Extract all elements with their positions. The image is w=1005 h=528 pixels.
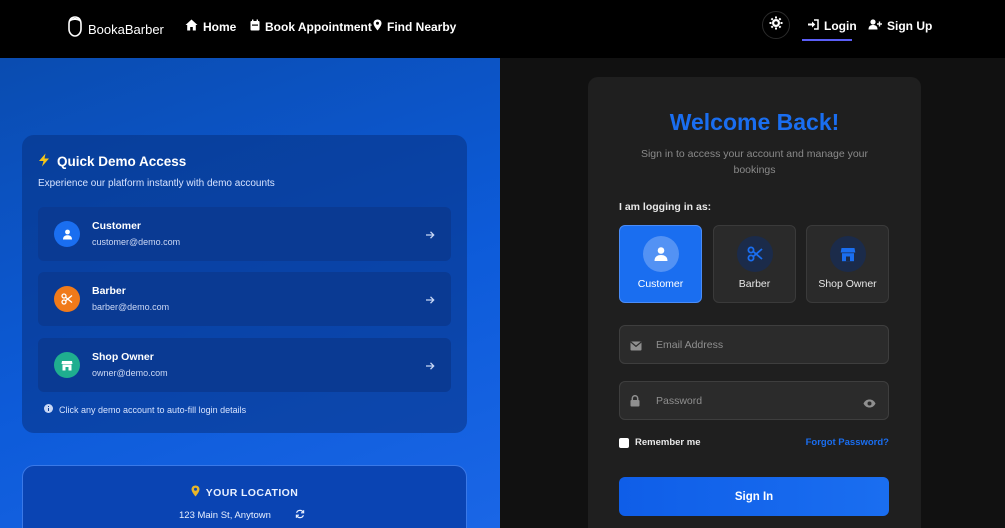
barber-head-icon <box>66 16 84 43</box>
demo-account-shop-owner[interactable]: Shop Owner owner@demo.com <box>38 338 451 392</box>
quick-demo-card: Quick Demo Access Experience our platfor… <box>22 135 467 433</box>
sign-in-button[interactable]: Sign In <box>619 477 889 516</box>
demo-hint-text: Click any demo account to auto-fill logi… <box>59 404 247 415</box>
demo-account-name: Shop Owner <box>92 351 154 363</box>
demo-subtitle: Experience our platform instantly with d… <box>38 178 275 189</box>
scissors-icon <box>54 286 80 312</box>
forgot-password-link[interactable]: Forgot Password? <box>806 437 889 448</box>
arrow-right-icon <box>425 227 435 245</box>
email-field[interactable] <box>619 325 889 364</box>
envelope-icon <box>630 338 642 356</box>
role-option-label: Customer <box>637 278 684 290</box>
remember-me-label: Remember me <box>635 437 701 448</box>
nav-find-nearby[interactable]: Find Nearby <box>373 19 456 34</box>
calendar-icon <box>250 19 260 34</box>
refresh-icon[interactable] <box>295 509 305 522</box>
map-pin-icon <box>191 485 200 500</box>
store-icon <box>54 352 80 378</box>
demo-hint: Click any demo account to auto-fill logi… <box>44 404 246 415</box>
arrow-right-icon <box>425 292 435 310</box>
demo-account-name: Customer <box>92 220 142 232</box>
role-label: I am logging in as: <box>619 201 712 213</box>
nav-login[interactable]: Login <box>807 19 857 33</box>
theme-toggle-button[interactable] <box>762 11 790 39</box>
role-option-label: Shop Owner <box>818 278 877 290</box>
home-icon <box>185 19 198 34</box>
demo-title-text: Quick Demo Access <box>57 154 187 169</box>
gear-icon <box>769 16 783 35</box>
lightning-icon <box>38 153 50 170</box>
role-option-label: Barber <box>738 278 771 290</box>
user-plus-icon <box>868 19 882 33</box>
demo-account-email: owner@demo.com <box>92 368 168 378</box>
demo-title: Quick Demo Access <box>38 153 186 170</box>
demo-account-email: customer@demo.com <box>92 237 181 247</box>
remember-me-checkbox[interactable]: Remember me <box>619 437 700 448</box>
location-card: YOUR LOCATION 123 Main St, Anytown <box>22 465 467 528</box>
navbar: BookaBarber Home Book Appointment Find N… <box>0 0 1005 58</box>
demo-account-barber[interactable]: Barber barber@demo.com <box>38 272 451 326</box>
email-input[interactable] <box>656 326 856 363</box>
nav-login-label: Login <box>824 19 857 33</box>
nav-find-nearby-label: Find Nearby <box>387 19 457 34</box>
brand-name: BookaBarber <box>88 22 164 37</box>
eye-icon[interactable] <box>863 395 876 413</box>
active-nav-indicator <box>802 39 852 41</box>
nav-book-appointment-label: Book Appointment <box>265 19 372 34</box>
user-icon <box>643 236 679 272</box>
store-icon <box>830 236 866 272</box>
location-title: YOUR LOCATION <box>23 485 466 500</box>
map-pin-icon <box>373 19 382 34</box>
scissors-icon <box>737 236 773 272</box>
login-panel: Welcome Back! Sign in to access your acc… <box>500 58 1005 528</box>
password-input[interactable] <box>656 382 856 419</box>
location-address-row: 123 Main St, Anytown <box>179 509 305 522</box>
role-option-customer[interactable]: Customer <box>619 225 702 303</box>
demo-panel: Quick Demo Access Experience our platfor… <box>0 58 500 528</box>
demo-account-customer[interactable]: Customer customer@demo.com <box>38 207 451 261</box>
nav-book-appointment[interactable]: Book Appointment <box>250 19 372 34</box>
location-title-text: YOUR LOCATION <box>205 486 299 499</box>
sign-in-icon <box>807 19 819 33</box>
nav-home[interactable]: Home <box>185 19 236 34</box>
login-subtitle: Sign in to access your account and manag… <box>640 148 869 176</box>
brand-logo[interactable]: BookaBarber <box>66 16 164 43</box>
checkbox-box[interactable] <box>619 437 629 448</box>
info-icon <box>44 404 53 415</box>
nav-home-label: Home <box>203 19 237 34</box>
user-icon <box>54 221 80 247</box>
role-option-shop-owner[interactable]: Shop Owner <box>806 225 889 303</box>
login-title: Welcome Back! <box>669 109 840 135</box>
password-field[interactable] <box>619 381 889 420</box>
nav-signup[interactable]: Sign Up <box>868 19 932 33</box>
arrow-right-icon <box>425 358 435 376</box>
login-card: Welcome Back! Sign in to access your acc… <box>588 77 921 528</box>
lock-icon <box>630 394 640 412</box>
nav-signup-label: Sign Up <box>887 19 933 33</box>
role-option-barber[interactable]: Barber <box>713 225 796 303</box>
location-address: 123 Main St, Anytown <box>179 510 271 521</box>
demo-account-email: barber@demo.com <box>92 302 170 312</box>
demo-account-name: Barber <box>92 285 126 297</box>
